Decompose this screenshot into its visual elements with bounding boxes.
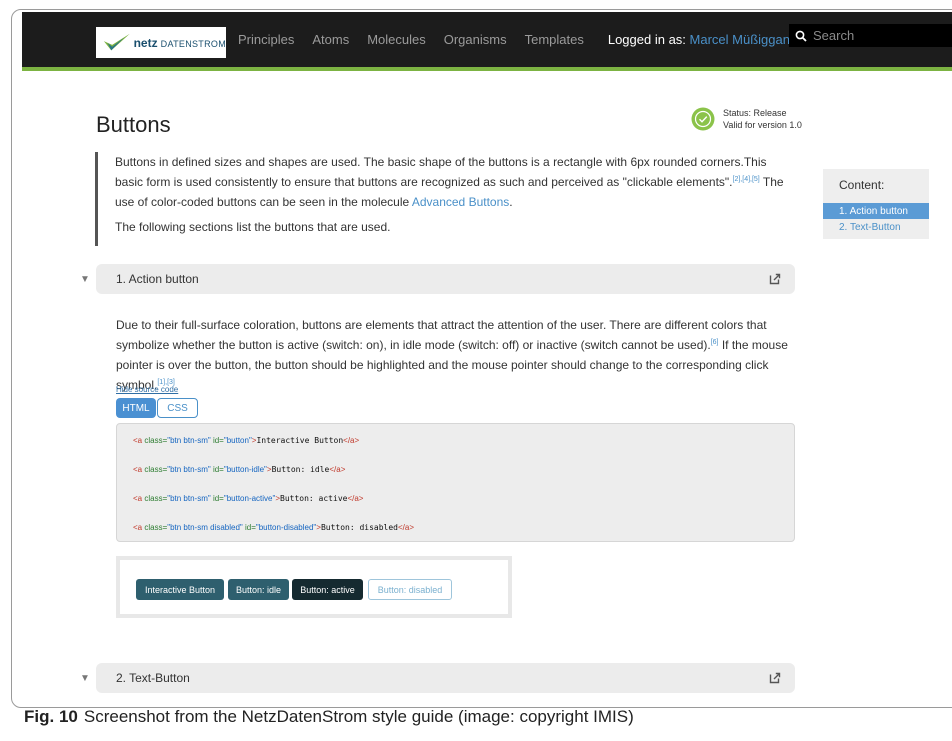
button-preview: Interactive Button Button: idle Button: … (116, 556, 512, 618)
code-line: <a class= "btn btn-sm" id= "button-idle" > B… (133, 455, 794, 484)
code-text: Interactive Button (256, 436, 344, 445)
external-link-icon[interactable] (769, 273, 781, 285)
collapse-triangle-icon[interactable]: ▼ (80, 274, 90, 285)
intro-paragraph-2: The following sections list the buttons … (115, 220, 391, 234)
status-text: Status: Release Valid for version 1.0 (723, 107, 802, 131)
logo-text-bold: netz (133, 35, 158, 50)
section-description: Due to their full-surface coloration, bu… (116, 315, 796, 395)
code-attr: id= (210, 465, 224, 474)
code-text: Button: idle (271, 465, 330, 474)
code-line: <a class= "btn btn-sm" id= "button-active"… (133, 484, 794, 513)
intro-text: Buttons in defined sizes and shapes are … (115, 155, 767, 189)
intro-paragraph: Buttons in defined sizes and shapes are … (115, 152, 795, 212)
figure-caption: Fig. 10 Screenshot from the NetzDatenStro… (24, 707, 634, 727)
section-header-action-button[interactable]: 1. Action button (96, 264, 795, 294)
caption-text: Screenshot from the NetzDatenStrom style… (83, 707, 634, 726)
intro-text-end: . (509, 195, 513, 209)
table-of-contents: Content: 1. Action button 2. Text-Button (823, 169, 929, 239)
code-text: Button: disabled (320, 523, 398, 532)
active-button[interactable]: Button: active (292, 579, 363, 600)
advanced-buttons-link[interactable]: Advanced Buttons (412, 195, 509, 209)
code-value: "button-idle" (223, 465, 267, 474)
search-icon (795, 30, 807, 42)
code-tag-open: <a (133, 523, 145, 532)
intro-reference[interactable]: [2],[4],[5] (733, 176, 760, 183)
logo-text: netz DATENSTROM (134, 36, 226, 50)
section-header-text-button[interactable]: 2. Text-Button (96, 663, 795, 693)
external-link-icon-2[interactable] (769, 672, 781, 684)
tab-html[interactable]: HTML (116, 398, 156, 418)
collapse-triangle-icon-2[interactable]: ▼ (80, 673, 90, 684)
code-attr: class= (144, 465, 168, 474)
code-block[interactable]: <a class= "btn btn-sm" id= "button" > Intera… (116, 423, 795, 542)
code-line: <a class= "btn btn-sm disabled" id= "butto… (133, 513, 794, 542)
nav-menu: Principles Atoms Molecules Organisms Tem… (238, 12, 797, 67)
code-tag-open: <a (133, 436, 145, 445)
section-reference-a[interactable]: [6] (711, 339, 719, 346)
login-user-link[interactable]: Marcel Müßiggang (690, 32, 798, 47)
disabled-button: Button: disabled (368, 579, 452, 600)
top-navbar: netz DATENSTROM Principles Atoms Molecul… (22, 12, 952, 71)
code-value: "btn btn-sm" (167, 465, 211, 474)
code-tag-open: <a (133, 494, 145, 503)
code-value: "button-active" (223, 494, 276, 503)
code-tag-end: </a> (398, 523, 415, 532)
code-attr: id= (210, 494, 224, 503)
code-value: "button" (223, 436, 252, 445)
brand-logo[interactable]: netz DATENSTROM (96, 27, 226, 58)
nav-item-atoms[interactable]: Atoms (312, 32, 349, 47)
code-attr: class= (144, 494, 168, 503)
search-placeholder: Search (813, 28, 855, 43)
code-tag-end: </a> (329, 465, 346, 474)
code-value: "btn btn-sm" (167, 494, 211, 503)
status-line: Status: Release (723, 108, 787, 118)
section-title: 1. Action button (116, 272, 199, 286)
code-attr: id= (210, 436, 224, 445)
version-line: Valid for version 1.0 (723, 120, 802, 130)
code-attr: class= (144, 523, 168, 532)
code-attr: id= (242, 523, 256, 532)
toc-item-text-button[interactable]: 2. Text-Button (823, 219, 929, 235)
interactive-button[interactable]: Interactive Button (136, 579, 224, 600)
intro-blockquote: Buttons in defined sizes and shapes are … (95, 152, 795, 246)
code-value: "button-disabled" (255, 523, 317, 532)
section-text: Due to their full-surface coloration, bu… (116, 318, 767, 352)
hide-source-code-link[interactable]: Hide source code (116, 385, 178, 394)
idle-button[interactable]: Button: idle (228, 579, 289, 600)
nav-item-templates[interactable]: Templates (525, 32, 584, 47)
page-title: Buttons (96, 112, 171, 137)
code-text: Button: active (280, 494, 348, 503)
search-input[interactable]: Search (789, 24, 952, 47)
section-title-2: 2. Text-Button (116, 671, 190, 685)
login-status: Logged in as: Marcel Müßiggang (608, 32, 797, 47)
nav-item-molecules[interactable]: Molecules (367, 32, 426, 47)
tab-css[interactable]: CSS (157, 398, 198, 418)
code-value: "btn btn-sm disabled" (167, 523, 243, 532)
check-circle-icon (691, 107, 715, 131)
code-line: <a class= "btn btn-sm" id= "button" > Intera… (133, 426, 794, 455)
toc-heading: Content: (839, 178, 885, 192)
code-value: "btn btn-sm" (167, 436, 211, 445)
nav-item-principles[interactable]: Principles (238, 32, 294, 47)
logo-text-rest: DATENSTROM (160, 38, 226, 49)
code-attr: class= (144, 436, 168, 445)
login-label: Logged in as: (607, 32, 686, 47)
nav-item-organisms[interactable]: Organisms (444, 32, 507, 47)
code-tag-end: </a> (343, 436, 360, 445)
code-tag-end: </a> (347, 494, 364, 503)
code-tag-open: <a (133, 465, 145, 474)
status-badge: Status: Release Valid for version 1.0 (691, 107, 802, 131)
toc-item-action-button[interactable]: 1. Action button (823, 203, 929, 219)
logo-checkmark-icon (103, 33, 130, 50)
figure-label: Fig. 10 (24, 707, 78, 726)
